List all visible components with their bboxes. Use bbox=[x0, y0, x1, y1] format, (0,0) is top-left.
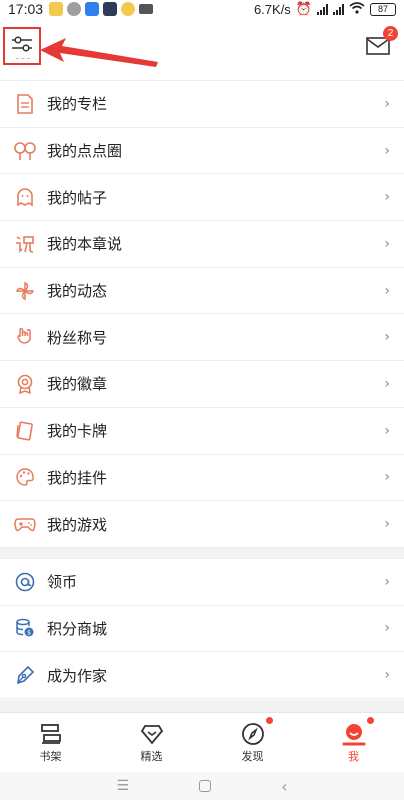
chevron-right-icon: › bbox=[384, 516, 390, 533]
tab-discover[interactable]: 发现 bbox=[202, 713, 303, 772]
status-bar: 17:03 6.7K/s ⏰ 87 bbox=[0, 0, 404, 18]
coins-stack-icon: $ bbox=[14, 617, 36, 639]
profile-icon bbox=[342, 723, 365, 745]
chevron-right-icon: › bbox=[384, 375, 390, 392]
menu-item-label: 我的本章说 bbox=[47, 235, 123, 254]
menu-item-fan-title[interactable]: 粉丝称号 › bbox=[0, 314, 404, 362]
menu-item-label: 我的动态 bbox=[47, 282, 108, 301]
menu-item-label: 我的挂件 bbox=[47, 468, 108, 487]
section-gap bbox=[0, 547, 404, 559]
status-right: 6.7K/s ⏰ 87 bbox=[254, 1, 396, 17]
menu-item-label: 积分商城 bbox=[47, 619, 108, 638]
wechat-icon bbox=[67, 2, 82, 16]
header: 2 bbox=[0, 18, 404, 80]
menu-list: 我的专栏 › 我的点点圈 › 我的帖子 › 我的本章说 › 我的动态 › 粉丝称… bbox=[0, 81, 404, 699]
settings-filter-button[interactable] bbox=[3, 27, 41, 65]
menu-item-label: 我的帖子 bbox=[47, 188, 108, 207]
menu-item-circles[interactable]: 我的点点圈 › bbox=[0, 128, 404, 175]
medal-icon bbox=[14, 373, 36, 395]
palette-icon bbox=[14, 466, 36, 488]
compass-icon bbox=[241, 722, 264, 745]
video-icon bbox=[139, 4, 154, 14]
hand-icon bbox=[14, 326, 36, 348]
bottom-nav: 书架 精选 发现 我 bbox=[0, 712, 404, 772]
card-icon bbox=[14, 420, 36, 442]
signal-icon bbox=[317, 3, 328, 15]
back-icon[interactable]: ‹ bbox=[281, 777, 287, 796]
notification-icons bbox=[49, 2, 154, 16]
menu-item-label: 领币 bbox=[47, 573, 78, 592]
sliders-icon bbox=[12, 36, 32, 52]
chevron-right-icon: › bbox=[384, 142, 390, 159]
menu-item-games[interactable]: 我的游戏 › bbox=[0, 501, 404, 548]
chevron-right-icon: › bbox=[384, 620, 390, 637]
home-icon[interactable] bbox=[199, 780, 212, 792]
menu-item-column[interactable]: 我的专栏 › bbox=[0, 81, 404, 128]
app-notification-icon bbox=[49, 2, 64, 16]
mail-button[interactable]: 2 bbox=[366, 26, 398, 60]
menu-item-posts[interactable]: 我的帖子 › bbox=[0, 174, 404, 222]
speech-icon bbox=[14, 233, 36, 255]
tab-bookshelf[interactable]: 书架 bbox=[0, 713, 101, 772]
diamond-icon bbox=[140, 724, 163, 744]
chevron-right-icon: › bbox=[384, 189, 390, 206]
chevron-right-icon: › bbox=[384, 235, 390, 252]
menu-item-label: 我的徽章 bbox=[47, 375, 108, 394]
gamepad-icon bbox=[14, 513, 36, 535]
notification-dot bbox=[367, 717, 374, 724]
tab-label: 发现 bbox=[241, 749, 264, 763]
app-blue-icon bbox=[85, 2, 100, 16]
at-coin-icon bbox=[14, 571, 36, 593]
chevron-right-icon: › bbox=[384, 667, 390, 684]
menu-item-label: 我的专栏 bbox=[47, 95, 108, 114]
mail-badge: 2 bbox=[383, 26, 398, 41]
circles-icon bbox=[14, 140, 36, 162]
menu-item-label: 我的游戏 bbox=[47, 515, 108, 534]
chevron-right-icon: › bbox=[384, 422, 390, 439]
annotation-arrow-icon bbox=[40, 38, 158, 67]
network-speed: 6.7K/s bbox=[253, 1, 291, 17]
notification-dot bbox=[266, 717, 273, 724]
tab-me[interactable]: 我 bbox=[303, 713, 404, 772]
pen-icon bbox=[14, 664, 36, 686]
chevron-right-icon: › bbox=[384, 469, 390, 486]
tab-label: 精选 bbox=[140, 749, 163, 763]
signal-icon-2 bbox=[333, 3, 344, 15]
menu-item-cards[interactable]: 我的卡牌 › bbox=[0, 408, 404, 455]
menu-item-badges[interactable]: 我的徽章 › bbox=[0, 361, 404, 408]
bottom-gap bbox=[0, 700, 404, 712]
dash-decoration bbox=[16, 58, 30, 59]
menu-item-become-writer[interactable]: 成为作家 › bbox=[0, 652, 404, 699]
tab-featured[interactable]: 精选 bbox=[101, 713, 202, 772]
menu-item-label: 我的点点圈 bbox=[47, 142, 123, 161]
menu-item-label: 成为作家 bbox=[47, 666, 108, 685]
menu-item-label: 我的卡牌 bbox=[47, 422, 108, 441]
status-time: 17:03 bbox=[8, 1, 44, 17]
menu-icon[interactable]: ☰ bbox=[117, 778, 130, 794]
menu-item-activity[interactable]: 我的动态 › bbox=[0, 268, 404, 315]
system-nav-bar: ☰ ‹ bbox=[0, 772, 404, 800]
svg-text:$: $ bbox=[27, 630, 31, 637]
menu-item-points-mall[interactable]: $ 积分商城 › bbox=[0, 606, 404, 653]
chevron-right-icon: › bbox=[384, 282, 390, 299]
bookshelf-icon bbox=[40, 723, 61, 744]
chevron-right-icon: › bbox=[384, 573, 390, 590]
wifi-icon bbox=[349, 1, 365, 17]
app-dark-icon bbox=[103, 2, 118, 16]
smiley-icon bbox=[121, 2, 136, 16]
tab-label: 我 bbox=[348, 749, 359, 763]
ghost-icon bbox=[14, 186, 36, 208]
menu-item-claim-coins[interactable]: 领币 › bbox=[0, 559, 404, 606]
chevron-right-icon: › bbox=[384, 329, 390, 346]
chevron-right-icon: › bbox=[384, 95, 390, 112]
menu-item-pendants[interactable]: 我的挂件 › bbox=[0, 455, 404, 502]
alarm-icon: ⏰ bbox=[295, 1, 312, 16]
menu-item-label: 粉丝称号 bbox=[47, 328, 108, 347]
tab-label: 书架 bbox=[39, 749, 62, 763]
battery-indicator: 87 bbox=[370, 2, 396, 16]
document-icon bbox=[14, 93, 36, 115]
menu-item-chapter-comments[interactable]: 我的本章说 › bbox=[0, 221, 404, 268]
pinwheel-icon bbox=[14, 280, 36, 302]
